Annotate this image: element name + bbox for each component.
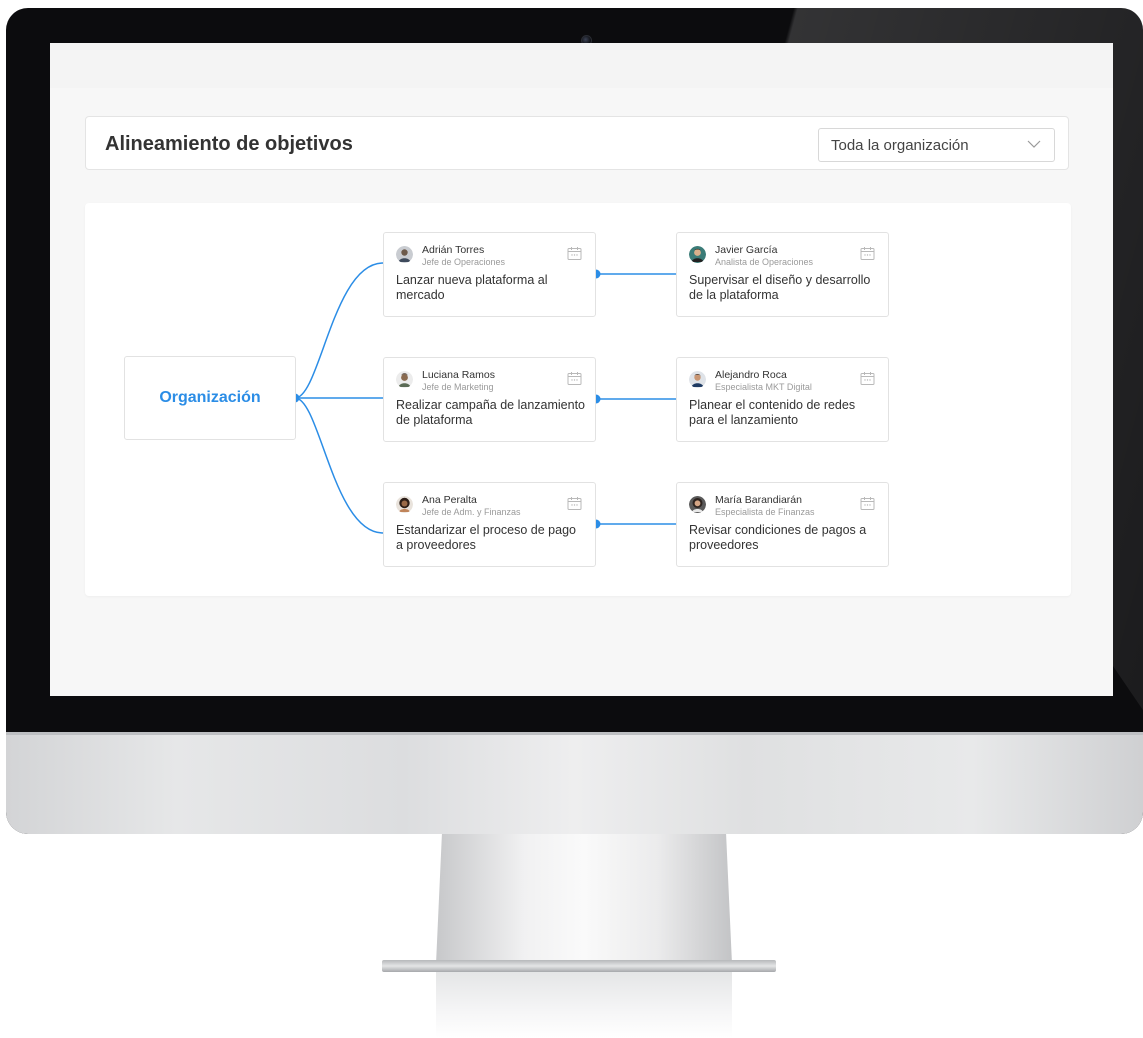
monitor-chin (6, 732, 1143, 834)
owner-role: Jefe de Operaciones (422, 257, 506, 267)
alignment-tree: Organización Adrián Torres Jefe de Opera… (85, 203, 1071, 596)
root-node-organization[interactable]: Organización (124, 356, 296, 440)
monitor-stand (436, 834, 732, 964)
avatar (689, 496, 706, 513)
avatar (396, 496, 413, 513)
calendar-icon[interactable] (567, 246, 582, 261)
avatar (689, 371, 706, 388)
monitor-chin-edge (6, 732, 1143, 735)
owner-role: Especialista de Finanzas (715, 507, 815, 517)
avatar (396, 246, 413, 263)
organization-filter-select[interactable]: Toda la organización (818, 128, 1055, 162)
calendar-icon[interactable] (567, 496, 582, 511)
root-node-label: Organización (159, 389, 261, 406)
goal-card[interactable]: Adrián Torres Jefe de Operaciones Lanzar… (383, 232, 596, 317)
goal-text: Estandarizar el proceso de pago a provee… (396, 523, 576, 552)
calendar-icon[interactable] (860, 371, 875, 386)
subgoal-card[interactable]: Javier García Analista de Operaciones Su… (676, 232, 889, 317)
page-title: Alineamiento de objetivos (105, 133, 353, 155)
organization-filter-value: Toda la organización (831, 137, 969, 154)
monitor-stand-reflection (436, 972, 732, 1038)
page-header: Alineamiento de objetivos Toda la organi… (85, 116, 1069, 170)
calendar-icon[interactable] (860, 246, 875, 261)
owner-role: Jefe de Marketing (422, 382, 494, 392)
connector-root-goal-1 (294, 262, 384, 399)
app-screen: Alineamiento de objetivos Toda la organi… (50, 43, 1113, 696)
owner-name: María Barandiarán (715, 494, 802, 506)
connector-root-goal-3 (294, 397, 384, 534)
owner-role: Especialista MKT Digital (715, 382, 812, 392)
goal-text: Planear el contenido de redes para el la… (689, 398, 856, 427)
avatar (396, 371, 413, 388)
owner-role: Jefe de Adm. y Finanzas (422, 507, 521, 517)
avatar (689, 246, 706, 263)
goal-card[interactable]: Ana Peralta Jefe de Adm. y Finanzas Esta… (383, 482, 596, 567)
owner-name: Javier García (715, 244, 778, 256)
subgoal-card[interactable]: María Barandiarán Especialista de Finanz… (676, 482, 889, 567)
calendar-icon[interactable] (860, 496, 875, 511)
owner-role: Analista de Operaciones (715, 257, 814, 267)
owner-name: Alejandro Roca (715, 369, 787, 381)
top-band (50, 43, 1113, 88)
goal-text: Revisar condiciones de pagos a proveedor… (689, 523, 867, 552)
goal-text: Lanzar nueva plataforma al mercado (396, 273, 548, 302)
owner-name: Adrián Torres (422, 244, 485, 256)
owner-name: Luciana Ramos (422, 369, 495, 381)
calendar-icon[interactable] (567, 371, 582, 386)
goal-card[interactable]: Luciana Ramos Jefe de Marketing Realizar… (383, 357, 596, 442)
monitor-stand-base (382, 960, 776, 972)
owner-name: Ana Peralta (422, 494, 477, 506)
goal-text: Realizar campaña de lanzamiento de plata… (396, 398, 585, 427)
subgoal-card[interactable]: Alejandro Roca Especialista MKT Digital … (676, 357, 889, 442)
goal-text: Supervisar el diseño y desarrollo de la … (689, 273, 871, 302)
chevron-down-icon (1027, 140, 1041, 148)
